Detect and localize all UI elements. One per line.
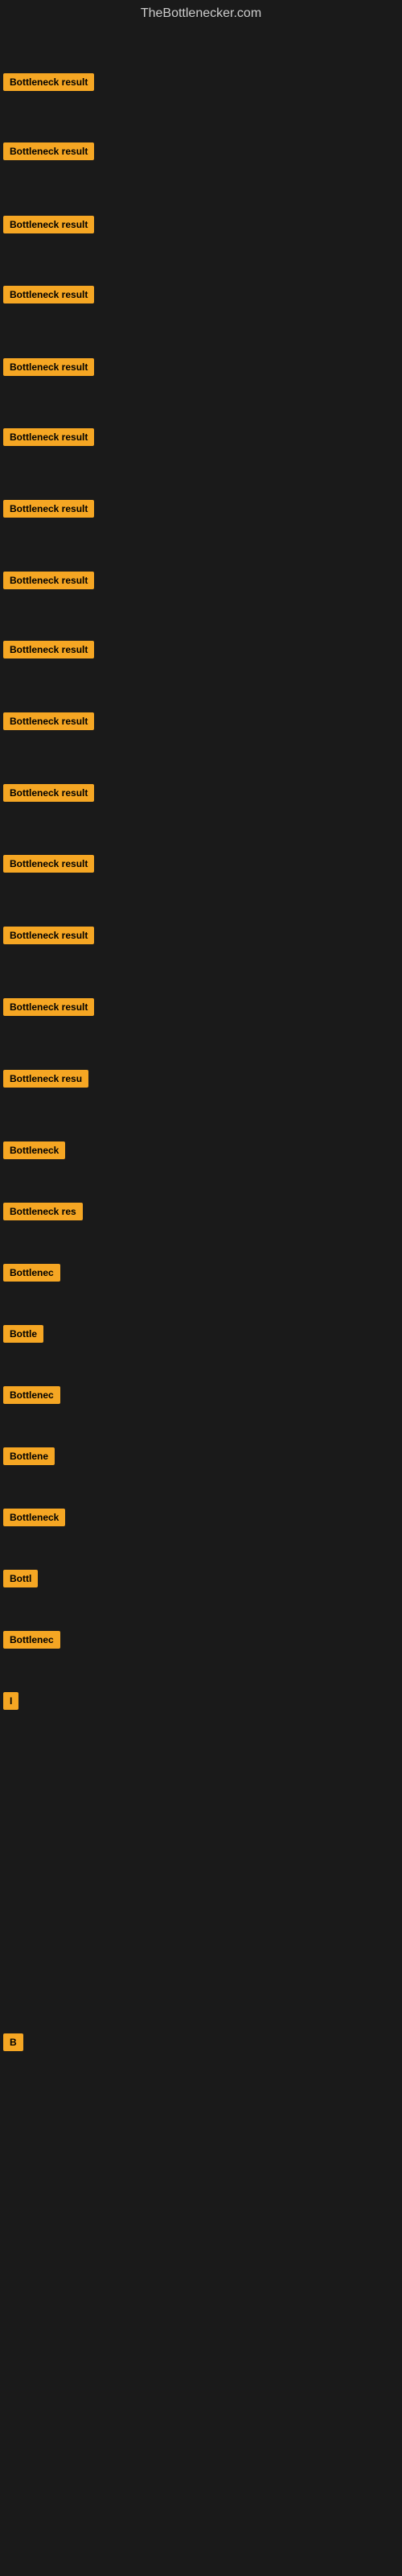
bottleneck-badge: Bottleneck result [3, 641, 94, 658]
bottleneck-item-25[interactable]: I [3, 1692, 18, 1714]
bottleneck-badge: Bottleneck [3, 1509, 65, 1526]
bottleneck-item-12[interactable]: Bottleneck result [3, 855, 94, 877]
bottleneck-badge: B [3, 2033, 23, 2051]
bottleneck-item-3[interactable]: Bottleneck result [3, 216, 94, 237]
bottleneck-badge: Bottle [3, 1325, 43, 1343]
bottleneck-badge: Bottleneck resu [3, 1070, 88, 1088]
bottleneck-badge: Bottleneck [3, 1141, 65, 1159]
bottleneck-badge: Bottleneck result [3, 500, 94, 518]
bottleneck-item-24[interactable]: Bottlenec [3, 1631, 60, 1653]
bottleneck-item-15[interactable]: Bottleneck resu [3, 1070, 88, 1092]
bottleneck-badge: Bottleneck res [3, 1203, 83, 1220]
bottleneck-item-5[interactable]: Bottleneck result [3, 358, 94, 380]
bottleneck-item-4[interactable]: Bottleneck result [3, 286, 94, 308]
bottleneck-item-29[interactable]: B [3, 2033, 23, 2055]
bottleneck-badge: Bottl [3, 1570, 38, 1587]
bottleneck-badge: Bottlenec [3, 1264, 60, 1282]
bottleneck-item-1[interactable]: Bottleneck result [3, 73, 94, 95]
bottleneck-badge: Bottleneck result [3, 712, 94, 730]
site-title: TheBottlenecker.com [0, 0, 402, 27]
bottleneck-item-19[interactable]: Bottle [3, 1325, 43, 1347]
bottleneck-badge: I [3, 1692, 18, 1710]
bottleneck-item-23[interactable]: Bottl [3, 1570, 38, 1591]
bottleneck-badge: Bottleneck result [3, 572, 94, 589]
bottleneck-item-7[interactable]: Bottleneck result [3, 500, 94, 522]
bottleneck-badge: Bottleneck result [3, 216, 94, 233]
bottleneck-badge: Bottleneck result [3, 784, 94, 802]
bottleneck-badge: Bottlenec [3, 1631, 60, 1649]
bottleneck-badge: Bottlene [3, 1447, 55, 1465]
bottleneck-badge: Bottleneck result [3, 286, 94, 303]
bottleneck-badge: Bottleneck result [3, 428, 94, 446]
bottleneck-item-21[interactable]: Bottlene [3, 1447, 55, 1469]
bottleneck-item-8[interactable]: Bottleneck result [3, 572, 94, 593]
bottleneck-badge: Bottleneck result [3, 927, 94, 944]
bottleneck-item-10[interactable]: Bottleneck result [3, 712, 94, 734]
bottleneck-item-9[interactable]: Bottleneck result [3, 641, 94, 663]
bottleneck-badge: Bottlenec [3, 1386, 60, 1404]
bottleneck-item-11[interactable]: Bottleneck result [3, 784, 94, 806]
bottleneck-item-6[interactable]: Bottleneck result [3, 428, 94, 450]
bottleneck-badge: Bottleneck result [3, 142, 94, 160]
bottleneck-item-22[interactable]: Bottleneck [3, 1509, 65, 1530]
bottleneck-item-2[interactable]: Bottleneck result [3, 142, 94, 164]
items-container: Bottleneck result Bottleneck result Bottle… [0, 27, 402, 2571]
bottleneck-item-14[interactable]: Bottleneck result [3, 998, 94, 1020]
bottleneck-badge: Bottleneck result [3, 998, 94, 1016]
bottleneck-item-20[interactable]: Bottlenec [3, 1386, 60, 1408]
site-header: TheBottlenecker.com [0, 0, 402, 27]
bottleneck-badge: Bottleneck result [3, 855, 94, 873]
bottleneck-item-17[interactable]: Bottleneck res [3, 1203, 83, 1224]
bottleneck-item-13[interactable]: Bottleneck result [3, 927, 94, 948]
bottleneck-item-16[interactable]: Bottleneck [3, 1141, 65, 1163]
bottleneck-badge: Bottleneck result [3, 358, 94, 376]
bottleneck-item-18[interactable]: Bottlenec [3, 1264, 60, 1286]
bottleneck-badge: Bottleneck result [3, 73, 94, 91]
